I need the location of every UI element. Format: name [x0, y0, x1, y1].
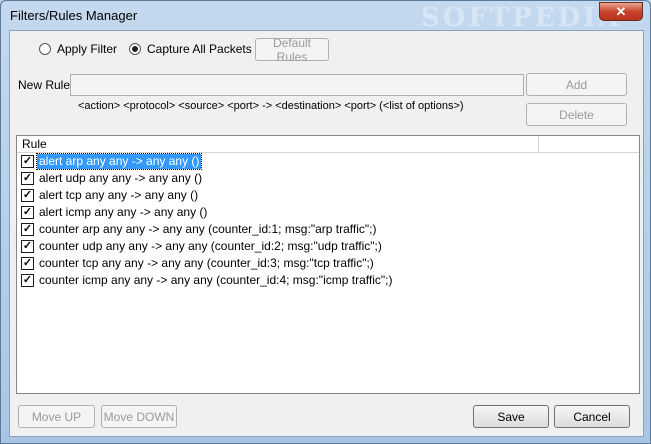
rule-row[interactable]: ✓ alert arp any any -> any any ()	[17, 153, 639, 170]
capture-all-radio-dot[interactable]	[129, 43, 141, 55]
softpedia-watermark: SOFTPEDIA	[421, 3, 622, 33]
window-title: Filters/Rules Manager	[10, 8, 138, 23]
rule-syntax-hint: <action> <protocol> <source> <port> -> <…	[78, 100, 464, 112]
rule-row[interactable]: ✓ counter udp any any -> any any (counter…	[17, 238, 639, 255]
dialog-body: Apply Filter Capture All Packets Default…	[9, 30, 644, 437]
rule-text: alert udp any any -> any any ()	[39, 171, 203, 185]
rule-row[interactable]: ✓ alert udp any any -> any any ()	[17, 170, 639, 187]
rule-enabled-checkbox[interactable]: ✓	[21, 206, 34, 219]
rule-enabled-checkbox[interactable]: ✓	[21, 223, 34, 236]
move-up-button[interactable]: Move UP	[18, 405, 95, 428]
column-header-extra[interactable]	[539, 136, 639, 152]
rule-row[interactable]: ✓ alert icmp any any -> any any ()	[17, 204, 639, 221]
capture-all-radio[interactable]: Capture All Packets	[129, 42, 252, 56]
rule-text: alert icmp any any -> any any ()	[39, 205, 208, 219]
rule-enabled-checkbox[interactable]: ✓	[21, 189, 34, 202]
apply-filter-label: Apply Filter	[57, 42, 118, 56]
apply-filter-radio[interactable]: Apply Filter	[39, 42, 117, 56]
rule-enabled-checkbox[interactable]: ✓	[21, 240, 34, 253]
rules-list-header: Rule	[17, 136, 639, 153]
add-button[interactable]: Add	[526, 73, 627, 96]
new-rule-label: New Rule	[18, 78, 71, 92]
rules-rows: ✓ alert arp any any -> any any () ✓ alert u…	[17, 153, 639, 289]
rule-row[interactable]: ✓ alert tcp any any -> any any ()	[17, 187, 639, 204]
new-rule-input[interactable]	[70, 74, 524, 96]
filters-rules-window: Filters/Rules Manager SOFTPEDIA ✕ Apply …	[0, 0, 651, 444]
close-button[interactable]: ✕	[599, 2, 643, 21]
rule-enabled-checkbox[interactable]: ✓	[21, 274, 34, 287]
cancel-button[interactable]: Cancel	[554, 405, 630, 428]
save-button[interactable]: Save	[473, 405, 549, 428]
default-rules-button[interactable]: Default Rules	[255, 36, 329, 64]
apply-filter-radio-dot[interactable]	[39, 43, 51, 55]
rules-list[interactable]: Rule ✓ alert arp any any -> any any () ✓ al…	[16, 135, 640, 394]
rule-enabled-checkbox[interactable]: ✓	[21, 155, 34, 168]
rule-text: alert tcp any any -> any any ()	[39, 188, 199, 202]
rule-row[interactable]: ✓ counter tcp any any -> any any (counter…	[17, 255, 639, 272]
rule-text: counter arp any any -> any any (counter_…	[39, 222, 377, 236]
rule-row[interactable]: ✓ counter arp any any -> any any (counter…	[17, 221, 639, 238]
delete-button[interactable]: Delete	[526, 103, 627, 126]
capture-all-label: Capture All Packets	[147, 42, 252, 56]
rule-text: counter icmp any any -> any any (counter…	[39, 273, 393, 287]
rule-enabled-checkbox[interactable]: ✓	[21, 172, 34, 185]
rule-text: counter udp any any -> any any (counter_…	[39, 239, 382, 253]
rule-text: alert arp any any -> any any ()	[35, 153, 203, 170]
rule-text: counter tcp any any -> any any (counter_…	[39, 256, 374, 270]
rule-row[interactable]: ✓ counter icmp any any -> any any (counte…	[17, 272, 639, 289]
rule-enabled-checkbox[interactable]: ✓	[21, 257, 34, 270]
column-header-rule[interactable]: Rule	[17, 136, 539, 152]
move-down-button[interactable]: Move DOWN	[101, 405, 177, 428]
